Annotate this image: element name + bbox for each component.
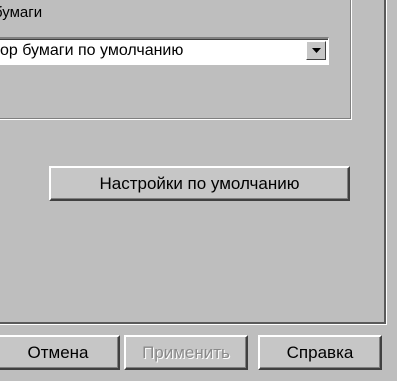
paper-source-value: ор бумаги по умолчанию — [0, 42, 184, 59]
apply-button[interactable]: Применить — [124, 335, 248, 370]
paper-groupbox: бумаги ор бумаги по умолчанию — [0, 0, 351, 119]
dialog: бумаги ор бумаги по умолчанию Настройки … — [0, 0, 397, 381]
restore-defaults-button[interactable]: Настройки по умолчанию — [49, 166, 350, 201]
chevron-down-icon — [312, 48, 321, 53]
property-page: бумаги ор бумаги по умолчанию Настройки … — [0, 0, 386, 324]
paper-group-label: бумаги — [0, 4, 43, 21]
paper-source-select[interactable]: ор бумаги по умолчанию — [0, 37, 329, 65]
cancel-button[interactable]: Отмена — [0, 335, 120, 370]
dropdown-button[interactable] — [306, 41, 326, 60]
help-button[interactable]: Справка — [258, 335, 382, 370]
